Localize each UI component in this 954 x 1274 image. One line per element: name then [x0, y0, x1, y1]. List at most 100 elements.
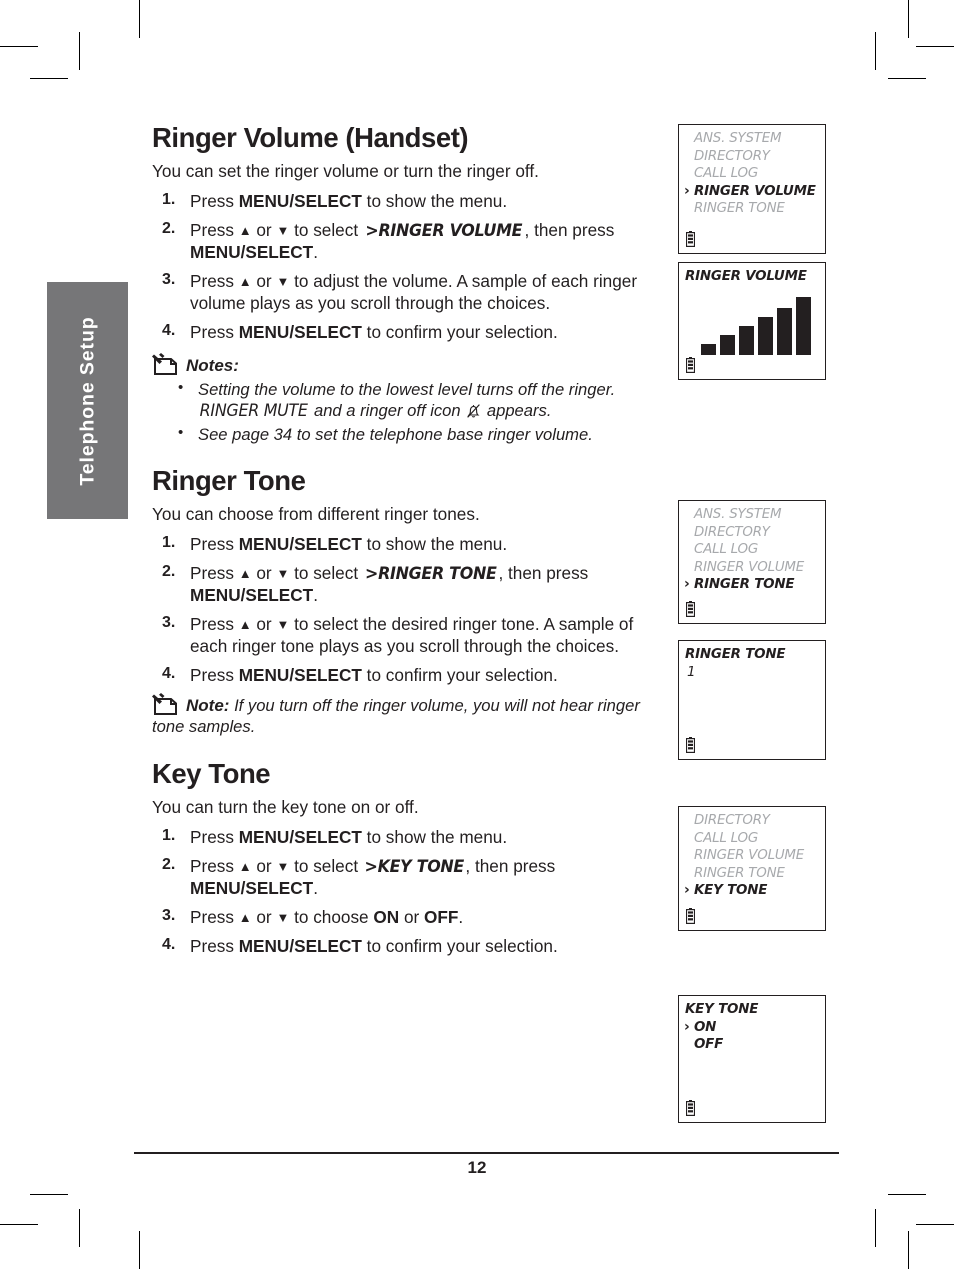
step-text-pre: Press — [190, 191, 239, 211]
lcd-screen-ringer-volume-level: RINGER VOLUME — [678, 262, 826, 380]
lcd-screen-ringer-tone-value: RINGER TONE 1 — [678, 640, 826, 760]
lcd-menu-item: CALL LOG — [685, 830, 821, 848]
lcd-screen-key-tone-options: KEY TONE › ON OFF — [678, 995, 826, 1123]
step-text-post: to confirm your selection. — [361, 665, 558, 686]
lcd-rows: RINGER TONE 1 — [685, 646, 821, 681]
section-intro-ringer-tone: You can choose from different ringer ton… — [152, 503, 480, 524]
lcd-menu-item-label: RINGER VOLUME — [694, 848, 805, 863]
step-item: 2. Press ▲ or ▼ to select >RINGER TONE, … — [152, 562, 662, 606]
step-text-post: , then press — [498, 563, 589, 584]
step-text-pre: Press — [190, 936, 239, 957]
lcd-menu-item-selected: › RINGER VOLUME — [684, 183, 821, 201]
section-title-ringer-tone: Ringer Tone — [152, 465, 306, 497]
down-arrow-icon: ▼ — [276, 274, 290, 290]
bullet-icon: • — [178, 423, 184, 441]
lcd-rows: ANS. SYSTEM DIRECTORY CALL LOG RINGER VOLUM… — [684, 506, 821, 594]
step-text-mid: or — [251, 220, 277, 241]
lcd-menu-item-label: CALL LOG — [694, 166, 759, 181]
crop-mark-trim-top-right-h — [888, 78, 926, 79]
lcd-menu-item: RINGER VOLUME — [685, 847, 821, 865]
note-item: • See page 34 to set the telephone base r… — [176, 424, 662, 445]
down-arrow-icon: ▼ — [276, 859, 290, 875]
step-text-end: . — [458, 907, 464, 928]
lcd-menu-item-selected: › KEY TONE — [684, 882, 821, 900]
lcd-menu-item-label: DIRECTORY — [694, 524, 770, 540]
notes-block-ringer-volume: Notes: • Setting the volume to the lowest… — [152, 353, 662, 445]
lcd-menu-item-label: CALL LOG — [694, 830, 759, 846]
down-arrow-icon: ▼ — [276, 910, 290, 926]
key-label: MENU/SELECT — [238, 191, 362, 211]
step-number: 3. — [162, 614, 176, 632]
steps-ringer-tone: 1. Press MENU/SELECT to show the menu. 2… — [152, 533, 662, 686]
key-label: MENU/SELECT — [190, 585, 314, 606]
lcd-screen-menu-ringer-tone: ANS. SYSTEM DIRECTORY CALL LOG RINGER VOLUM… — [678, 500, 826, 624]
step-text-end: . — [313, 878, 318, 899]
step-text-pre: Press — [190, 827, 239, 848]
step-item: 4. Press MENU/SELECT to confirm your sel… — [152, 664, 662, 686]
step-text-pre: Press — [190, 856, 239, 877]
note-text-post: and a ringer off icon — [309, 401, 466, 421]
crop-mark-trim-top-right-v — [875, 32, 876, 70]
battery-icon — [685, 231, 696, 248]
notes-heading: Notes: — [186, 356, 239, 376]
notes-list: • Setting the volume to the lowest level … — [152, 379, 662, 445]
step-text-pre: Press — [190, 534, 239, 555]
lcd-screen-title: RINGER VOLUME — [685, 269, 807, 284]
step-text-mid2: to select — [289, 563, 363, 584]
volume-bar — [701, 344, 716, 355]
lcd-menu-item: CALL LOG — [685, 165, 821, 183]
page-number: 12 — [467, 1158, 487, 1177]
step-number: 3. — [162, 271, 176, 289]
step-text-post: to show the menu. — [361, 191, 508, 211]
lcd-menu-item: ANS. SYSTEM — [685, 506, 821, 524]
selection-caret-icon: › — [684, 1018, 690, 1035]
lcd-menu-item-label: CALL LOG — [694, 542, 759, 557]
lcd-screen-menu-key-tone: DIRECTORY CALL LOG RINGER VOLUME RINGER TON… — [678, 806, 826, 931]
step-item: 3. Press ▲ or ▼ to adjust the volume. A … — [152, 270, 662, 314]
step-number: 1. — [162, 534, 176, 552]
lcd-menu-item-label: RINGER TONE — [694, 865, 785, 881]
bullet-icon: • — [178, 379, 184, 397]
down-arrow-icon: ▼ — [276, 566, 290, 582]
chapter-side-tab: Telephone Setup — [47, 282, 128, 519]
up-arrow-icon: ▲ — [238, 274, 252, 290]
crop-mark-trim-top-left-h — [30, 78, 68, 79]
up-arrow-icon: ▲ — [238, 910, 252, 926]
step-item: 4. Press MENU/SELECT to confirm your sel… — [152, 935, 662, 957]
option-off-label: OFF — [424, 907, 459, 928]
page-content: Ringer Volume (Handset) You can set the … — [152, 124, 662, 964]
key-label: MENU/SELECT — [238, 534, 362, 555]
note-block-ringer-tone: Note: If you turn off the ringer volume,… — [152, 693, 662, 738]
lcd-menu-item-label: RINGER VOLUME — [694, 559, 805, 575]
step-item: 2. Press ▲ or ▼ to select >RINGER VOLUME… — [152, 219, 662, 263]
key-label: MENU/SELECT — [238, 665, 362, 686]
step-text-end: . — [313, 242, 318, 263]
volume-bar — [739, 326, 754, 355]
lcd-menu-item: DIRECTORY — [685, 148, 821, 166]
step-text-pre: Press — [190, 614, 239, 635]
lcd-menu-item-label: ANS. SYSTEM — [694, 131, 782, 146]
lcd-option-selected: › ON — [684, 1018, 821, 1037]
step-text-post: to show the menu. — [361, 827, 508, 848]
lcd-rows: ANS. SYSTEM DIRECTORY CALL LOG › RINGER VOLU… — [684, 130, 821, 218]
step-text-mid2: to select — [289, 220, 363, 241]
step-number: 2. — [162, 563, 176, 581]
battery-icon — [685, 357, 696, 374]
step-text-mid: or — [251, 856, 277, 877]
lcd-menu-item: ANS. SYSTEM — [685, 130, 821, 148]
lcd-menu-item: DIRECTORY — [685, 524, 821, 542]
lcd-status-reference: RINGER MUTE — [199, 401, 308, 421]
section-intro-key-tone: You can turn the key tone on or off. — [152, 796, 419, 817]
step-text-mid2: to select — [289, 856, 363, 877]
note-text: See page 34 to set the telephone base ri… — [198, 424, 593, 444]
battery-icon — [685, 737, 696, 754]
step-text-mid: or — [251, 563, 277, 584]
step-text-pre: Press — [190, 322, 239, 343]
step-text-post: or — [399, 907, 425, 928]
step-text-end: . — [313, 585, 318, 606]
lcd-menu-reference: >RINGER TONE — [364, 564, 497, 584]
lcd-menu-item-selected: › RINGER TONE — [684, 576, 821, 594]
step-text-post: to show the menu. — [361, 534, 508, 555]
lcd-menu-item: DIRECTORY — [685, 812, 821, 830]
option-on-label: ON — [373, 907, 400, 928]
